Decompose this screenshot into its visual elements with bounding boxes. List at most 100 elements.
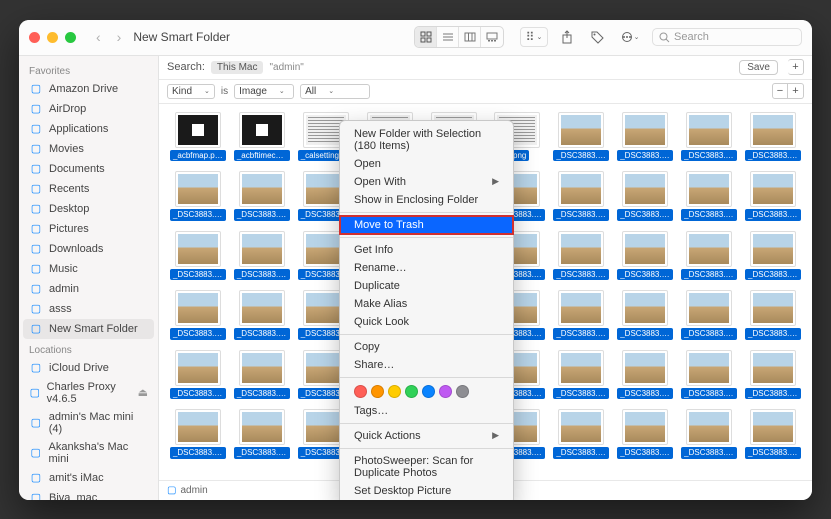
sidebar-item-applications[interactable]: ▢Applications [19, 119, 158, 139]
menu-item-get-info[interactable]: Get Info [340, 241, 513, 259]
file-item[interactable]: _DSC3883.ARW [552, 231, 610, 281]
file-item[interactable]: _DSC3883.ARW [552, 171, 610, 221]
menu-item-new-folder-with-selection-180-items[interactable]: New Folder with Selection (180 Items) [340, 125, 513, 155]
menu-item-quick-look[interactable]: Quick Look [340, 313, 513, 331]
file-item[interactable]: _DSC3883.ARW [169, 350, 227, 400]
file-item[interactable]: _DSC3883.ARW [680, 112, 738, 162]
menu-item-show-in-enclosing-folder[interactable]: Show in Enclosing Folder [340, 191, 513, 209]
file-item[interactable]: _DSC3883.ARW [744, 350, 802, 400]
menu-item-rename[interactable]: Rename… [340, 259, 513, 277]
file-item[interactable]: _DSC3883.ARW [744, 171, 802, 221]
file-item[interactable]: _DSC3883.ARW [616, 231, 674, 281]
tag-color-button[interactable] [354, 385, 367, 398]
menu-item-tags[interactable]: Tags… [340, 402, 513, 420]
tag-color-button[interactable] [456, 385, 469, 398]
remove-rule-button[interactable]: − [772, 83, 788, 99]
file-item[interactable]: _DSC3883.ARW [233, 290, 291, 340]
path-location[interactable]: admin [180, 485, 207, 496]
add-rule-button[interactable]: + [788, 59, 804, 75]
tag-color-button[interactable] [439, 385, 452, 398]
add-rule-button-2[interactable]: + [788, 83, 804, 99]
tag-color-button[interactable] [371, 385, 384, 398]
tag-color-button[interactable] [422, 385, 435, 398]
sidebar-item-icloud-drive[interactable]: ▢iCloud Drive [19, 358, 158, 378]
file-item[interactable]: _DSC3883.ARW [616, 290, 674, 340]
file-item[interactable]: _DSC3883.ARW [680, 350, 738, 400]
back-button[interactable]: ‹ [92, 29, 105, 45]
eject-icon[interactable]: ⏏ [138, 386, 148, 399]
file-item[interactable]: _acbfmap.png [169, 112, 227, 162]
menu-item-duplicate[interactable]: Duplicate [340, 277, 513, 295]
sidebar-item-pictures[interactable]: ▢Pictures [19, 219, 158, 239]
filter-value[interactable]: Image⌄ [234, 84, 294, 99]
file-item[interactable]: _DSC3883.ARW [169, 409, 227, 459]
file-item[interactable]: _DSC3883.ARW [744, 290, 802, 340]
zoom-button[interactable] [65, 32, 76, 43]
sidebar-item-new-smart-folder[interactable]: ▢New Smart Folder [23, 319, 154, 339]
file-item[interactable]: _DSC3883.ARW [552, 112, 610, 162]
file-item[interactable]: _DSC3883.ARW [233, 231, 291, 281]
sidebar-item-amazon-drive[interactable]: ▢Amazon Drive [19, 79, 158, 99]
sidebar-item-admin-s-mac-mini-4-[interactable]: ▢admin's Mac mini (4) [19, 408, 158, 438]
menu-item-copy[interactable]: Copy [340, 338, 513, 356]
file-item[interactable]: _DSC3883.ARW [744, 409, 802, 459]
file-item[interactable]: _DSC3883.ARW [552, 290, 610, 340]
list-view-button[interactable] [437, 27, 459, 47]
file-item[interactable]: _DSC3883.ARW [744, 231, 802, 281]
menu-item-move-to-trash[interactable]: Move to Trash [340, 216, 513, 234]
filter-field[interactable]: Kind⌄ [167, 84, 215, 99]
filter-extra[interactable]: All⌄ [300, 84, 370, 99]
file-item[interactable]: _DSC3883.ARW [233, 409, 291, 459]
column-view-button[interactable] [459, 27, 481, 47]
scope-this-mac[interactable]: This Mac [211, 61, 264, 74]
menu-item-open[interactable]: Open [340, 155, 513, 173]
file-item[interactable]: _DSC3883.ARW [552, 350, 610, 400]
file-item[interactable]: _DSC3883.ARW [744, 112, 802, 162]
sidebar-item-documents[interactable]: ▢Documents [19, 159, 158, 179]
minimize-button[interactable] [47, 32, 58, 43]
file-item[interactable]: _DSC3883.ARW [233, 350, 291, 400]
file-item[interactable]: _DSC3883.ARW [680, 290, 738, 340]
tags-button[interactable] [586, 27, 608, 47]
file-item[interactable]: _DSC3883.ARW [616, 350, 674, 400]
tag-color-button[interactable] [388, 385, 401, 398]
group-by-button[interactable]: ⠿⌄ [520, 27, 548, 47]
sidebar-item-admin[interactable]: ▢admin [19, 279, 158, 299]
file-item[interactable]: _DSC3883.ARW [169, 231, 227, 281]
gallery-view-button[interactable] [481, 27, 503, 47]
sidebar-item-desktop[interactable]: ▢Desktop [19, 199, 158, 219]
forward-button[interactable]: › [113, 29, 126, 45]
sidebar-item-airdrop[interactable]: ▢AirDrop [19, 99, 158, 119]
menu-item-share[interactable]: Share… [340, 356, 513, 374]
close-button[interactable] [29, 32, 40, 43]
sidebar-item-akanksha-s-mac-mini[interactable]: ▢Akanksha's Mac mini [19, 438, 158, 468]
file-item[interactable]: _DSC3883.ARW [169, 171, 227, 221]
tag-color-button[interactable] [405, 385, 418, 398]
sidebar-item-downloads[interactable]: ▢Downloads [19, 239, 158, 259]
sidebar-item-amit-s-imac[interactable]: ▢amit's iMac [19, 468, 158, 488]
file-item[interactable]: _DSC3883.ARW [616, 171, 674, 221]
file-item[interactable]: _DSC3883.ARW [616, 409, 674, 459]
file-item[interactable]: _DSC3883.ARW [680, 409, 738, 459]
menu-item-make-alias[interactable]: Make Alias [340, 295, 513, 313]
menu-item-set-desktop-picture[interactable]: Set Desktop Picture [340, 482, 513, 500]
menu-item-open-with[interactable]: Open With▶ [340, 173, 513, 191]
sidebar-item-movies[interactable]: ▢Movies [19, 139, 158, 159]
sidebar-item-recents[interactable]: ▢Recents [19, 179, 158, 199]
icon-view-button[interactable] [415, 27, 437, 47]
menu-item-quick-actions[interactable]: Quick Actions▶ [340, 427, 513, 445]
file-item[interactable]: _acbftimecourse.png [233, 112, 291, 162]
file-item[interactable]: _DSC3883.ARW [680, 231, 738, 281]
save-search-button[interactable]: Save [739, 60, 778, 75]
file-item[interactable]: _DSC3883.ARW [616, 112, 674, 162]
action-button[interactable]: ⌄ [616, 27, 644, 47]
share-button[interactable] [556, 27, 578, 47]
menu-item-photosweeper-scan-for-duplicate-photos[interactable]: PhotoSweeper: Scan for Duplicate Photos [340, 452, 513, 482]
search-field[interactable]: Search [652, 28, 802, 46]
sidebar-item-music[interactable]: ▢Music [19, 259, 158, 279]
file-item[interactable]: _DSC3883.ARW [233, 171, 291, 221]
sidebar-item-biva-mac[interactable]: ▢Biva_mac [19, 488, 158, 500]
scope-admin[interactable]: "admin" [269, 62, 303, 73]
sidebar-item-charles-proxy-v4-6-5[interactable]: ▢Charles Proxy v4.6.5⏏ [19, 378, 158, 408]
sidebar-item-asss[interactable]: ▢asss [19, 299, 158, 319]
